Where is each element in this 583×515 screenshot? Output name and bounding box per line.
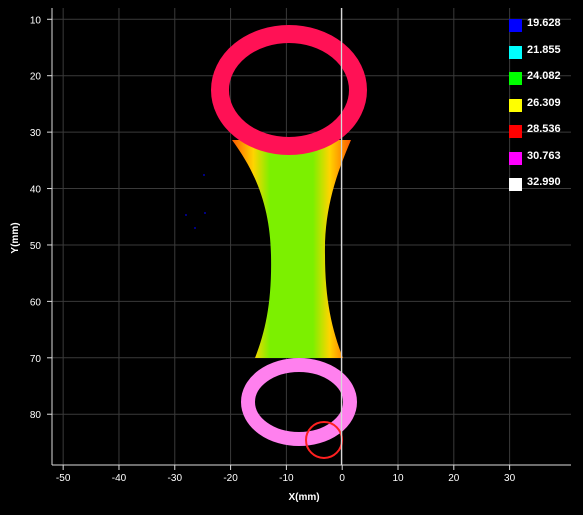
legend-label: 21.855 (527, 43, 561, 56)
legend-item: 26.309 (506, 96, 578, 123)
y-tick-label: 10 (30, 15, 42, 26)
x-tick-label: 0 (339, 473, 345, 484)
y-tick-label: 60 (30, 297, 42, 308)
bottom-ring-end (241, 358, 357, 446)
legend-swatch (509, 125, 522, 138)
legend-swatch (509, 19, 522, 32)
noise-dot (204, 212, 206, 214)
y-tick-label: 80 (30, 410, 42, 421)
color-legend: 19.628 21.855 24.082 26.309 28.536 30.763 32.9… (506, 16, 578, 202)
y-tick-label: 70 (30, 354, 42, 365)
legend-swatch (509, 45, 522, 59)
legend-label: 19.628 (527, 17, 561, 29)
legend-label: 28.536 (527, 123, 561, 135)
x-tick-label: -20 (223, 473, 238, 484)
legend-swatch (509, 151, 522, 165)
legend-item: 30.763 (506, 149, 578, 176)
legend-item: 28.536 (506, 122, 578, 149)
legend-item: 19.628 (506, 16, 578, 43)
x-tick-label: -50 (56, 473, 71, 484)
x-tick-label: -40 (112, 473, 127, 484)
measurement-viewer[interactable]: -50 -40 -30 -20 -10 0 10 20 30 10 20 30 40 50 60 70 80 X… (0, 0, 583, 515)
legend-label: 26.309 (527, 96, 561, 109)
legend-item: 24.082 (506, 69, 578, 96)
noise-dot (194, 227, 196, 229)
noise-dot (185, 214, 187, 216)
x-tick-label: -30 (168, 473, 183, 484)
legend-swatch (509, 72, 522, 85)
shaft-body (232, 140, 351, 358)
noise-dot (203, 174, 205, 176)
legend-label: 32.990 (527, 176, 561, 188)
x-tick-label: 10 (392, 473, 404, 484)
x-tick-label: -10 (279, 473, 294, 484)
y-tick-label: 30 (30, 128, 42, 139)
y-tick-label: 40 (30, 185, 42, 196)
legend-swatch (509, 98, 522, 112)
connecting-rod-heatmap (185, 25, 367, 446)
legend-label: 30.763 (527, 149, 561, 162)
legend-item: 21.855 (506, 43, 578, 70)
y-tick-label: 50 (30, 241, 42, 252)
y-tick-label: 20 (30, 72, 42, 83)
x-tick-label: 30 (504, 473, 516, 484)
x-tick-label: 20 (448, 473, 460, 484)
x-axis-label: X(mm) (288, 492, 319, 503)
y-axis-label: Y(mm) (10, 222, 21, 253)
legend-label: 24.082 (527, 70, 561, 82)
top-ring-end (211, 25, 367, 155)
legend-swatch (509, 178, 522, 191)
legend-item: 32.990 (506, 175, 578, 202)
